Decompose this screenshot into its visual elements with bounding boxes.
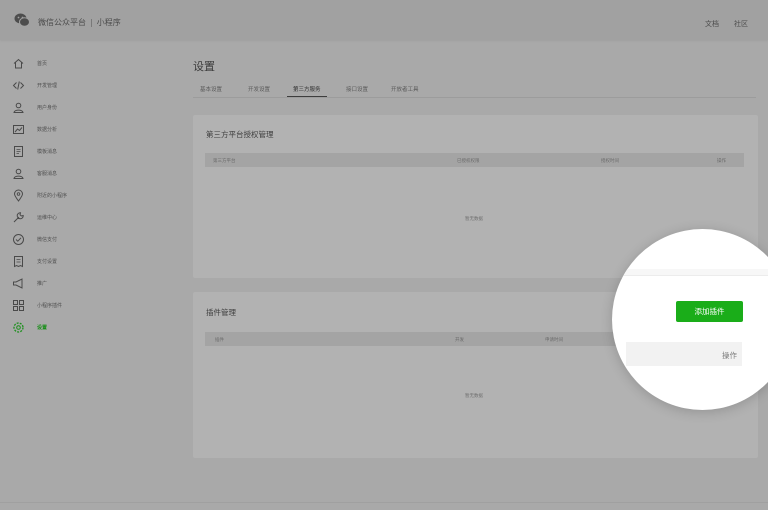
column-header: 插件 <box>215 338 224 343</box>
tabs-divider <box>193 97 756 98</box>
tab-interface-settings[interactable]: 接口设置 <box>346 85 368 93</box>
column-header: 申请时间 <box>545 338 563 343</box>
sidebar-item-user-identity[interactable]: 用户身份 <box>0 97 150 119</box>
docs-link[interactable]: 文档 <box>705 19 719 29</box>
tab-development-settings[interactable]: 开发设置 <box>248 85 270 93</box>
grid-icon <box>13 300 24 311</box>
tab-developer-tools[interactable]: 开放者工具 <box>391 85 419 93</box>
sidebar: 首页 开发管理 用户身份 数据分析 模板消息 客服消息 附近的小程序 运维中心 … <box>0 40 150 510</box>
sidebar-item-operations[interactable]: 运维中心 <box>0 207 150 229</box>
sidebar-item-label: 推广 <box>37 281 48 287</box>
platform-brand: 微信公众平台 | 小程序 <box>38 17 121 28</box>
sidebar-item-label: 首页 <box>37 61 48 67</box>
sidebar-item-data-analysis[interactable]: 数据分析 <box>0 119 150 141</box>
chart-icon <box>13 125 24 134</box>
code-icon <box>12 81 25 90</box>
gear-icon <box>13 322 24 333</box>
tab-third-party-services[interactable]: 第三方服务 <box>293 85 321 93</box>
sidebar-item-label: 设置 <box>37 325 48 331</box>
callout-divider <box>612 275 768 276</box>
add-plugin-button[interactable]: 添加插件 <box>676 301 743 322</box>
panel-title: 插件管理 <box>206 308 236 317</box>
customer-service-icon <box>13 168 24 179</box>
sidebar-item-nearby[interactable]: 附近的小程序 <box>0 185 150 207</box>
sidebar-item-label: 模板消息 <box>37 149 58 155</box>
sidebar-item-label: 用户身份 <box>37 105 58 111</box>
callout-table-header: 操作 <box>626 342 742 366</box>
brand-name: 微信公众平台 <box>38 18 86 27</box>
third-party-table-header: 第三方平台 已授权权限 授权时间 操作 <box>205 153 744 167</box>
sidebar-item-plugins[interactable]: 小程序插件 <box>0 295 150 317</box>
sidebar-item-label: 支付设置 <box>37 259 58 265</box>
column-header: 操作 <box>717 159 726 164</box>
empty-state-text: 暂无数据 <box>465 394 483 399</box>
brand-separator: | <box>90 18 93 27</box>
sidebar-item-development[interactable]: 开发管理 <box>0 75 150 97</box>
panel-title: 第三方平台授权管理 <box>206 130 274 139</box>
product-name: 小程序 <box>96 18 121 27</box>
community-link[interactable]: 社区 <box>734 19 748 29</box>
sidebar-item-label: 微信支付 <box>37 237 58 243</box>
sidebar-item-promotion[interactable]: 推广 <box>0 273 150 295</box>
column-header: 第三方平台 <box>213 159 236 164</box>
megaphone-icon <box>13 278 23 289</box>
column-header: 已授权权限 <box>457 159 480 164</box>
location-icon <box>13 189 24 202</box>
sidebar-item-settings[interactable]: 设置 <box>0 317 150 339</box>
column-header: 授权时间 <box>601 159 619 164</box>
top-bar: 微信公众平台 | 小程序 文档 社区 <box>0 0 768 40</box>
column-header: 开发 <box>455 338 464 343</box>
sidebar-item-home[interactable]: 首页 <box>0 53 150 75</box>
wrench-icon <box>13 212 24 223</box>
sidebar-item-payment-settings[interactable]: 支付设置 <box>0 251 150 273</box>
sidebar-item-customer-service[interactable]: 客服消息 <box>0 163 150 185</box>
sidebar-item-label: 数据分析 <box>37 127 58 133</box>
sidebar-item-label: 附近的小程序 <box>37 193 68 199</box>
document-icon <box>14 146 23 157</box>
operation-column-header: 操作 <box>722 351 737 360</box>
page-bottom-divider <box>0 502 768 503</box>
page-title: 设置 <box>193 60 215 73</box>
wechat-logo-icon[interactable] <box>14 12 30 28</box>
sidebar-item-wechat-pay[interactable]: 微信支付 <box>0 229 150 251</box>
sidebar-item-template-messages[interactable]: 模板消息 <box>0 141 150 163</box>
bill-icon <box>14 256 23 268</box>
tab-basic-settings[interactable]: 基本设置 <box>200 85 222 93</box>
sidebar-item-label: 开发管理 <box>37 83 58 89</box>
sidebar-item-label: 运维中心 <box>37 215 58 221</box>
sidebar-item-label: 客服消息 <box>37 171 58 177</box>
empty-state-text: 暂无数据 <box>465 217 483 222</box>
home-icon <box>13 58 24 69</box>
payment-icon <box>13 234 24 245</box>
sidebar-item-label: 小程序插件 <box>37 303 63 309</box>
user-icon <box>13 102 24 113</box>
